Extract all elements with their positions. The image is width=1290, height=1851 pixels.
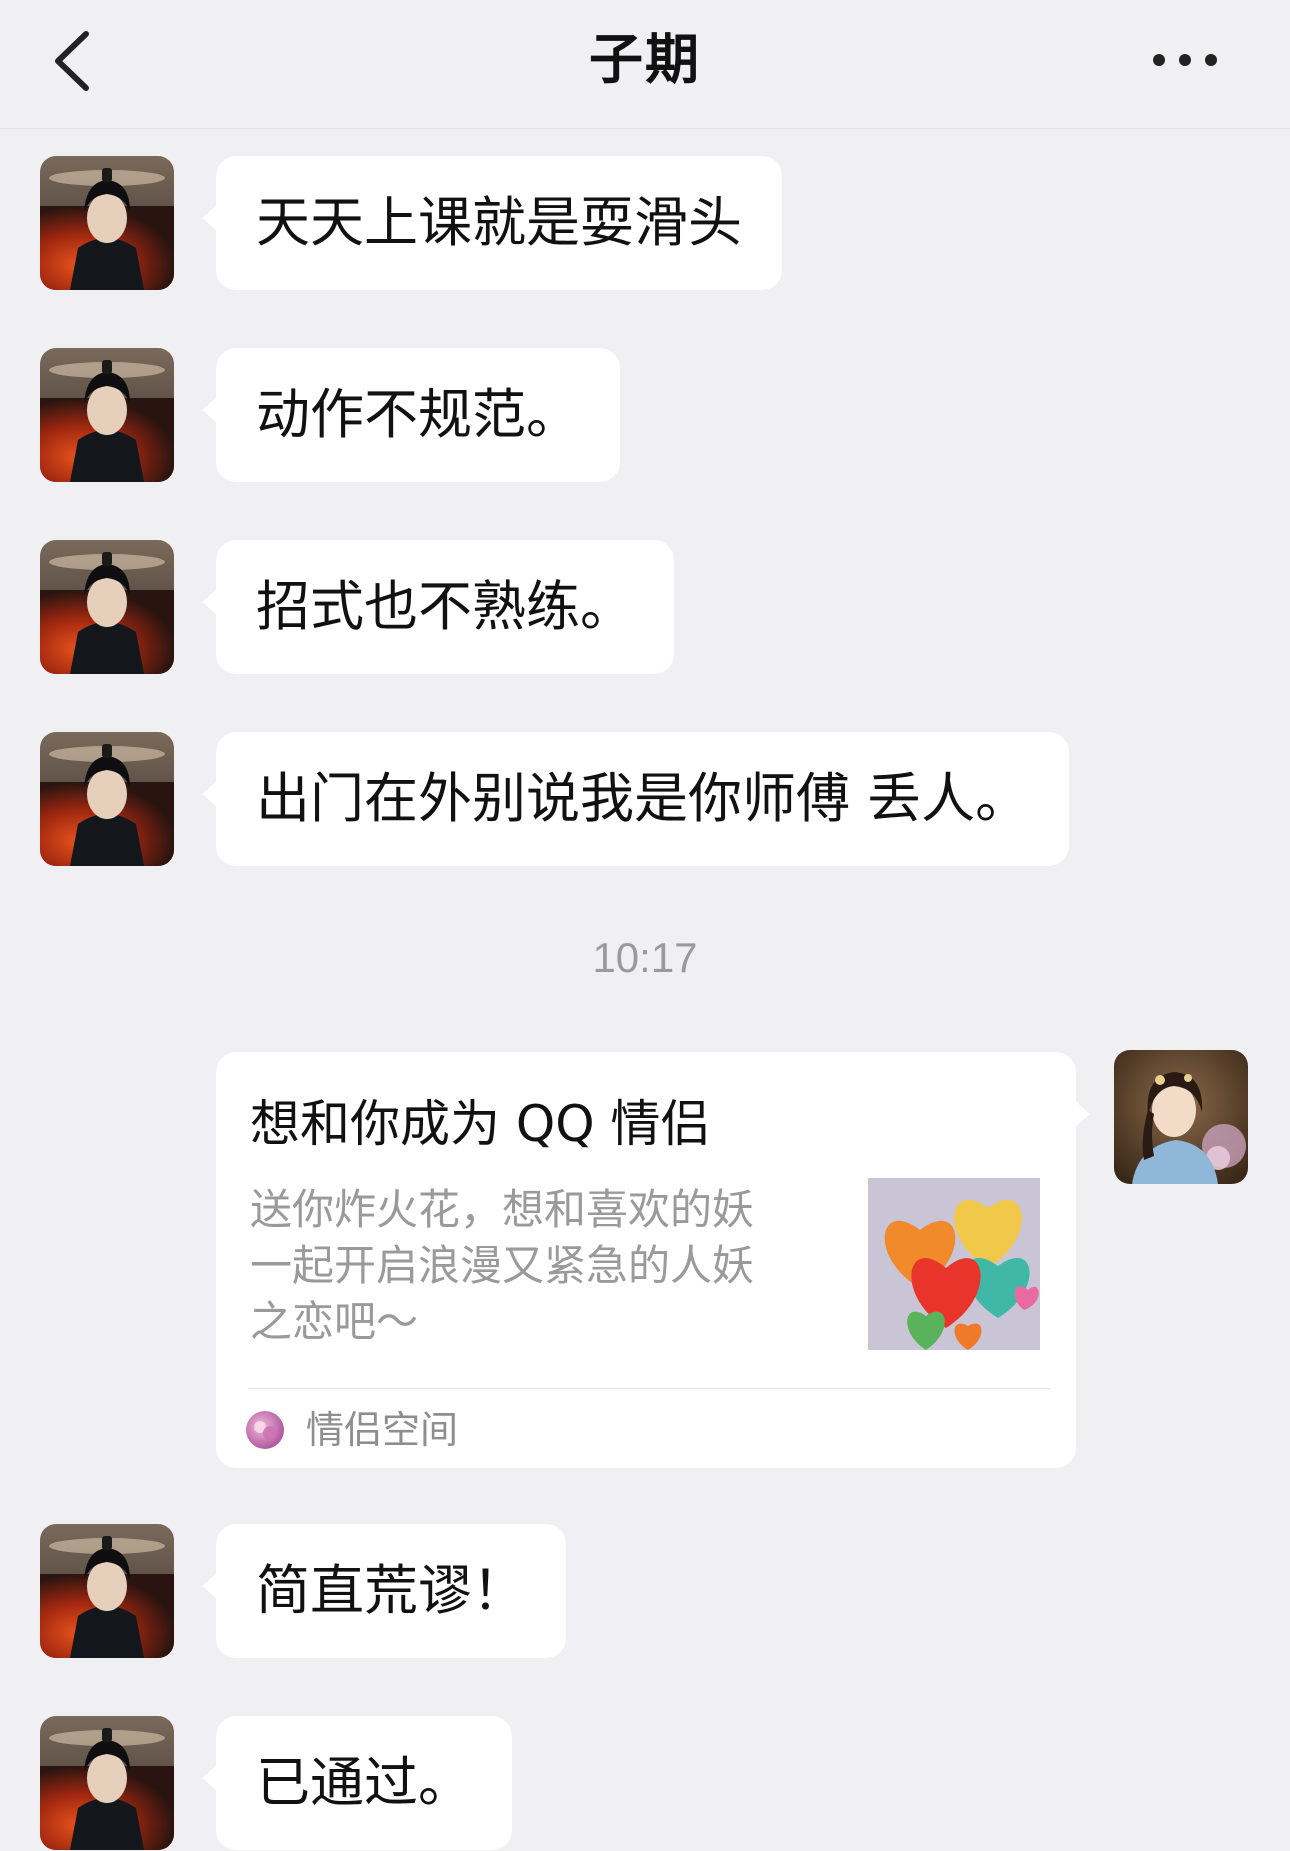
hearts-image [868,1178,1040,1350]
share-card[interactable]: 想和你成为 QQ 情侣 送你炸火花，想和喜欢的妖一起开启浪漫又紧急的人妖之恋吧～… [216,1052,1090,1468]
card-source-label: 情侣空间 [306,1408,459,1452]
card-description: 送你炸火花，想和喜欢的妖一起开启浪漫又紧急的人妖之恋吧～ [250,1185,755,1346]
self-avatar[interactable] [1114,1050,1248,1184]
card-thumbnail [868,1178,1040,1350]
chat-title: 子期 [589,28,701,91]
message-timestamp: 10:17 [592,934,698,981]
contact-avatar[interactable] [40,732,174,866]
card-source: 情侣空间 [246,1402,458,1458]
chat-header: 子期 [0,0,1290,129]
message-bubble[interactable]: 已通过。 [202,1716,512,1850]
more-button[interactable] [1150,44,1220,76]
contact-avatar-image [40,156,174,290]
message-bubble[interactable]: 招式也不熟练。 [202,540,674,674]
contact-avatar-image [40,540,174,674]
more-horizontal-icon [1153,54,1217,66]
message-bubble[interactable]: 简直荒谬！ [202,1524,566,1658]
message-bubble[interactable]: 天天上课就是耍滑头 [202,156,782,290]
couple-space-app-icon [246,1411,284,1449]
contact-avatar[interactable] [40,156,174,290]
contact-avatar-image [40,348,174,482]
card-title: 想和你成为 QQ 情侣 [250,1095,711,1153]
message-bubble[interactable]: 动作不规范。 [202,348,620,482]
self-avatar-image [1114,1050,1248,1184]
contact-avatar[interactable] [40,1524,174,1658]
contact-avatar[interactable] [40,348,174,482]
contact-avatar-image [40,1716,174,1850]
message-bubble[interactable]: 出门在外别说我是你师傅 丢人。 [201,732,1070,866]
contact-avatar[interactable] [40,1716,174,1850]
contact-avatar[interactable] [40,540,174,674]
card-divider [248,1388,1050,1389]
contact-avatar-image [40,732,174,866]
contact-avatar-image [40,1524,174,1658]
